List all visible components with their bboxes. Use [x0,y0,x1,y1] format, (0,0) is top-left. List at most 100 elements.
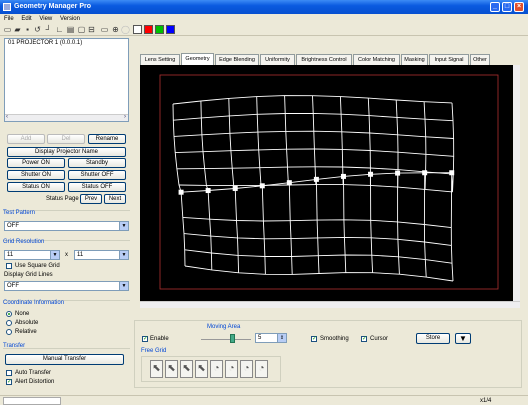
free-grid-tool-icon[interactable]: ◔ [225,360,238,378]
cursor-label: Cursor [370,336,389,342]
white-swatch[interactable] [133,25,142,34]
close-button[interactable]: × [514,2,524,12]
open-icon[interactable]: ▰ [13,25,22,34]
free-grid-tool-icon[interactable]: ◔ [240,360,253,378]
geometry-controls: ✓ Enable Moving Area 5 ⇕ ✓ Smoothing ✓ Cu… [134,320,522,388]
control-point [340,173,346,179]
display-projector-name-button[interactable]: Display Projector Name [7,147,126,157]
green-swatch[interactable] [155,25,164,34]
free-grid-tool-icon[interactable]: ⬉ [195,360,208,378]
chevron-down-icon: ▼ [119,251,128,259]
test-pattern-select[interactable]: OFF ▼ [4,221,129,231]
alert-distortion-label: Alert Distortion [15,379,55,385]
projector-list[interactable]: 01 PROJECTOR 1 (0.0.0.1) ‹ › [4,38,129,122]
warp-grid[interactable] [140,65,513,301]
rename-button[interactable]: Rename [88,134,126,144]
tab-masking[interactable]: Masking [401,54,428,65]
smoothing-label: Smoothing [320,336,349,342]
status-off-button[interactable]: Status OFF [68,182,126,192]
tab-brightness-control[interactable]: Brightness Control [296,54,352,65]
circle-icon[interactable]: ◯ [121,25,130,34]
radio-none[interactable] [6,311,12,317]
new-icon[interactable]: ▭ [3,25,12,34]
tab-lens-setting[interactable]: Lens Setting [140,54,180,65]
free-grid-tool-icon[interactable]: ⬉ [180,360,193,378]
control-point [368,171,374,177]
use-square-grid-checkbox[interactable] [6,263,12,269]
moving-area-slider[interactable] [201,339,251,340]
tab-other[interactable]: Other [470,54,490,65]
menu-version[interactable]: Version [60,16,80,22]
status-on-button[interactable]: Status ON [7,182,65,192]
free-grid-tool-icon[interactable]: ⬉ [150,360,163,378]
prev-button[interactable]: Prev [80,194,102,204]
list-scrollbar[interactable]: ‹ › [5,114,128,121]
crosshair-icon[interactable]: ⊕ [111,25,120,34]
app-icon [3,3,11,11]
canvas-vscrollbar[interactable] [513,65,520,301]
enable-checkbox[interactable]: ✓ [142,336,148,342]
line-icon[interactable]: ┘ [44,25,53,34]
power-on-button[interactable]: Power ON [7,158,65,168]
control-point [178,189,184,195]
maximize-button[interactable]: □ [502,2,512,12]
tab-edge-blending[interactable]: Edge Blending [215,54,259,65]
cursor-checkbox[interactable]: ✓ [361,336,367,342]
free-grid-tool-icon[interactable]: ⬉ [165,360,178,378]
red-swatch[interactable] [144,25,153,34]
window-icon[interactable]: ▭ [100,25,109,34]
radio-relative[interactable] [6,329,12,335]
del-button[interactable]: Del [47,134,85,144]
spinner-icon: ⇕ [277,334,286,342]
menu-view[interactable]: View [39,16,52,22]
store-dropdown-button[interactable]: ▼ [455,333,471,344]
save-icon[interactable]: ▪ [23,25,32,34]
list-item[interactable]: 01 PROJECTOR 1 (0.0.0.1) [8,40,82,46]
shutter-off-button[interactable]: Shutter OFF [68,170,126,180]
smoothing-checkbox[interactable]: ✓ [311,336,317,342]
geometry-canvas[interactable] [140,65,520,301]
alert-distortion-checkbox[interactable]: ✓ [6,379,12,385]
standby-button[interactable]: Standby [68,158,126,168]
grid-x-select[interactable]: 11 ▼ [4,250,60,260]
minimize-button[interactable]: _ [490,2,500,12]
enable-label: Enable [150,336,169,342]
add-button[interactable]: Add [7,134,45,144]
copy-icon[interactable]: ▢ [77,25,86,34]
control-point [286,180,292,186]
slider-thumb[interactable] [230,334,235,343]
radio-absolute[interactable] [6,320,12,326]
store-button[interactable]: Store [416,333,450,344]
menu-file[interactable]: File [4,16,14,22]
grid-line [178,184,453,193]
blue-swatch[interactable] [166,25,175,34]
zoom-level: x1/4 [480,398,492,404]
tab-geometry[interactable]: Geometry [181,53,214,65]
tab-uniformity[interactable]: Uniformity [260,54,295,65]
coordinate-info-label: Coordinate Information [3,300,65,306]
tab-color-matching[interactable]: Color Matching [353,54,400,65]
use-square-grid-label: Use Square Grid [15,263,60,269]
canvas-hscrollbar[interactable] [140,301,520,308]
free-grid-tool-icon[interactable]: ◔ [210,360,223,378]
undo-icon[interactable]: ↺ [33,25,42,34]
grid-icon[interactable]: ▤ [66,25,75,34]
menu-edit[interactable]: Edit [21,16,31,22]
grid-y-select[interactable]: 11 ▼ [74,250,129,260]
toolbar: ▭ ▰ ▪ ↺ ┘ ∟ ▤ ▢ ⊟ ▭ ⊕ ◯ [0,24,528,36]
scroll-right-icon[interactable]: › [124,114,126,120]
scroll-left-icon[interactable]: ‹ [6,114,8,120]
manual-transfer-button[interactable]: Manual Transfer [5,354,124,365]
next-button[interactable]: Next [104,194,126,204]
shutter-on-button[interactable]: Shutter ON [7,170,65,180]
corner-icon[interactable]: ∟ [55,25,64,34]
free-grid-tool-icon[interactable]: ◔ [255,360,268,378]
folder-icon[interactable]: ⊟ [87,25,96,34]
display-grid-lines-select[interactable]: OFF ▼ [4,281,129,291]
radio-absolute-label: Absolute [15,320,39,326]
tab-input-signal[interactable]: Input Signal [429,54,469,65]
control-point [205,188,211,194]
grid-resolution-label: Grid Resolution [3,239,45,245]
auto-transfer-checkbox[interactable] [6,370,12,376]
moving-area-spinner[interactable]: 5 ⇕ [255,333,287,343]
